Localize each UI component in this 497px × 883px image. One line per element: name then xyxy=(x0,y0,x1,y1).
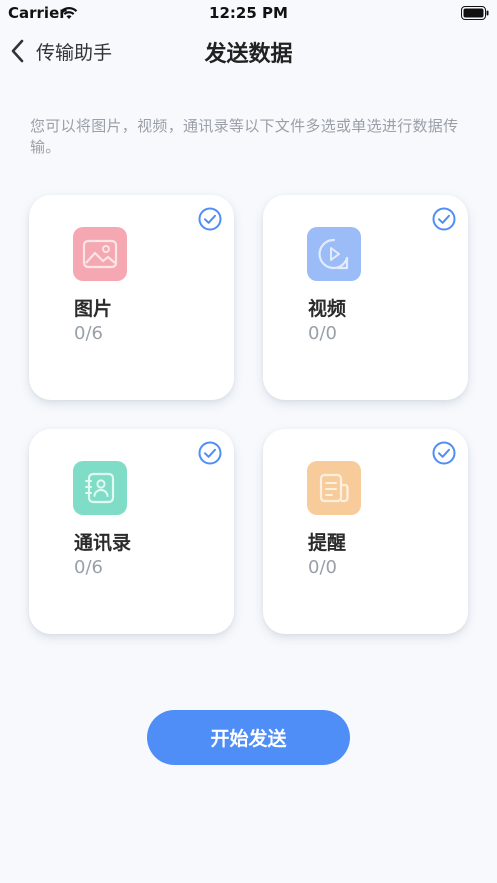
page: Carrier 12:25 PM 传输助手 发送数据 您可以将图片，视频，通讯录… xyxy=(0,0,497,883)
card-count: 0/0 xyxy=(308,323,337,344)
check-circle-icon[interactable] xyxy=(432,441,456,465)
card-label: 视频 xyxy=(308,298,347,320)
check-circle-icon[interactable] xyxy=(198,441,222,465)
card-images[interactable]: 图片 0/6 xyxy=(29,195,234,400)
card-label: 通讯录 xyxy=(74,532,132,554)
battery-icon xyxy=(461,5,489,24)
status-time: 12:25 PM xyxy=(209,4,288,22)
card-label: 图片 xyxy=(74,298,113,320)
intro-text: 您可以将图片，视频，通讯录等以下文件多选或单选进行数据传输。 xyxy=(30,117,459,156)
card-count: 0/0 xyxy=(308,557,337,578)
video-icon xyxy=(307,227,361,281)
check-circle-icon[interactable] xyxy=(432,207,456,231)
image-icon xyxy=(73,227,127,281)
page-title: 发送数据 xyxy=(204,42,293,67)
card-count: 0/6 xyxy=(74,557,103,578)
check-circle-icon[interactable] xyxy=(198,207,222,231)
card-label: 提醒 xyxy=(308,532,347,554)
card-reminders[interactable]: 提醒 0/0 xyxy=(263,429,468,634)
card-contacts[interactable]: 通讯录 0/6 xyxy=(29,429,234,634)
card-count: 0/6 xyxy=(74,323,103,344)
status-bar: Carrier 12:25 PM xyxy=(0,0,497,26)
card-videos[interactable]: 视频 0/0 xyxy=(263,195,468,400)
start-send-button[interactable]: 开始发送 xyxy=(147,710,350,765)
reminder-icon xyxy=(307,461,361,515)
contacts-icon xyxy=(73,461,127,515)
navigation-bar: 传输助手 发送数据 xyxy=(0,26,497,76)
